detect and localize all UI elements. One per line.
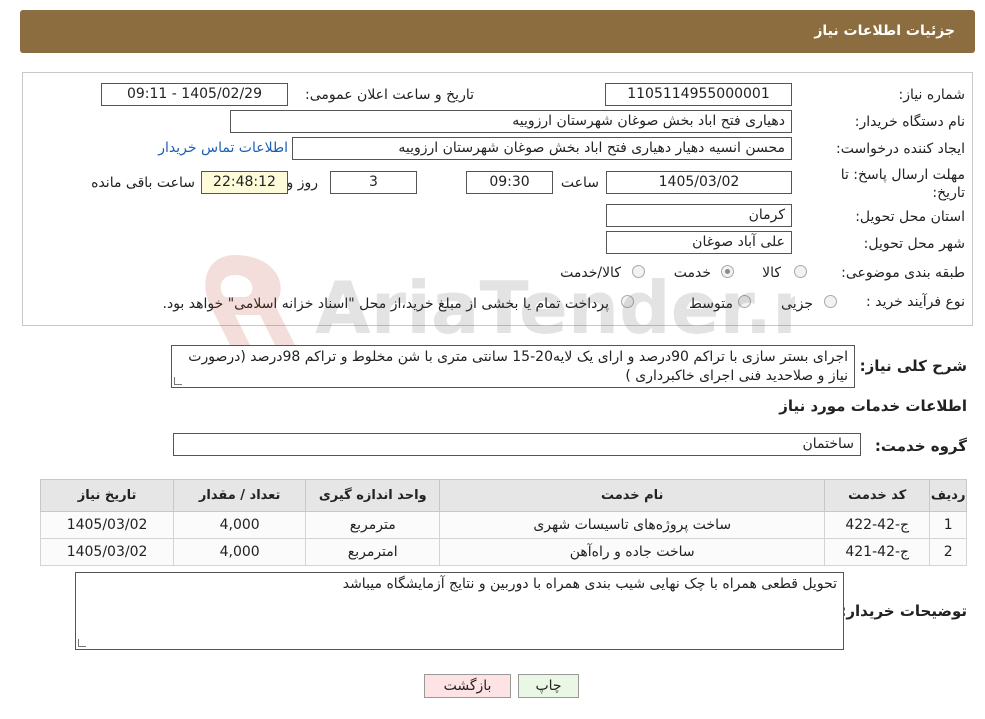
buyer-notes-text: تحویل قطعی همراه با چک نهایی شیب بندی هم…	[342, 576, 837, 592]
city-field[interactable]: علی آباد صوغان	[606, 231, 792, 254]
col-row: ردیف	[929, 479, 967, 512]
city-label: شهر محل تحویل:	[863, 236, 965, 252]
table-row[interactable]: 1 ج-42-422 ساخت پروژه‌های تاسیسات شهری م…	[39, 511, 967, 539]
days-field[interactable]: 3	[330, 171, 417, 194]
category-option-goods-service: کالا/خدمت	[560, 265, 621, 281]
contact-buyer-link[interactable]: اطلاعات تماس خریدار	[158, 140, 288, 156]
category-radio-goods[interactable]	[794, 265, 807, 278]
need-number-field[interactable]: 1105114955000001	[605, 83, 792, 106]
deadline-label: مهلت ارسال پاسخ: تا تاریخ:	[840, 167, 965, 201]
payment-note: پرداخت تمام یا بخشی از مبلغ خرید،از محل …	[162, 296, 609, 312]
cell-unit: مترمربع	[305, 511, 441, 539]
process-label: نوع فرآیند خرید :	[866, 294, 965, 310]
process-option-minor: جزیی	[781, 296, 813, 312]
description-label: شرح کلی نیاز:	[859, 357, 967, 375]
process-radio-minor[interactable]	[824, 295, 837, 308]
table-header-row: ردیف کد خدمت نام خدمت واحد اندازه گیری ت…	[39, 479, 967, 512]
description-textarea[interactable]: اجرای بستر سازی با تراکم 90درصد و ارای ی…	[171, 345, 855, 388]
process-option-medium: متوسط	[689, 296, 733, 312]
cell-code: ج-42-421	[824, 538, 931, 566]
services-table: ردیف کد خدمت نام خدمت واحد اندازه گیری ت…	[39, 479, 967, 566]
deadline-time-label: ساعت	[560, 175, 599, 191]
cell-row: 1	[929, 511, 967, 539]
resize-grip-icon[interactable]	[78, 639, 86, 647]
col-code: کد خدمت	[824, 479, 931, 512]
buyer-notes-textarea[interactable]: تحویل قطعی همراه با چک نهایی شیب بندی هم…	[75, 572, 844, 650]
cell-date: 1405/03/02	[39, 538, 175, 566]
page-header: جزئیات اطلاعات نیاز	[20, 10, 975, 53]
description-text: اجرای بستر سازی با تراکم 90درصد و ارای ی…	[188, 349, 848, 384]
cell-name: ساخت جاده و راه‌آهن	[439, 538, 826, 566]
buyer-org-label: نام دستگاه خریدار:	[854, 114, 965, 130]
remaining-time-field: 22:48:12	[201, 171, 288, 194]
service-group-label: گروه خدمت:	[874, 437, 967, 455]
services-section-title: اطلاعات خدمات مورد نیاز	[779, 397, 967, 415]
announce-field[interactable]: 1405/02/29 - 09:11	[101, 83, 288, 106]
category-radio-goods-service[interactable]	[632, 265, 645, 278]
table-row[interactable]: 2 ج-42-421 ساخت جاده و راه‌آهن امترمربع …	[39, 538, 967, 566]
resize-grip-icon[interactable]	[174, 377, 182, 385]
province-field[interactable]: کرمان	[606, 204, 792, 227]
buyer-org-field[interactable]: دهیاری فتح اباد بخش صوغان شهرستان ارزویی…	[230, 110, 792, 133]
cell-name: ساخت پروژه‌های تاسیسات شهری	[439, 511, 826, 539]
announce-label: تاریخ و ساعت اعلان عمومی:	[305, 87, 474, 103]
need-number-label: شماره نیاز:	[898, 87, 966, 103]
process-radio-medium[interactable]	[738, 295, 751, 308]
service-group-field[interactable]: ساختمان	[173, 433, 861, 456]
cell-date: 1405/03/02	[39, 511, 175, 539]
province-label: استان محل تحویل:	[855, 209, 965, 225]
cell-unit: امترمربع	[305, 538, 441, 566]
cell-row: 2	[929, 538, 967, 566]
category-option-goods: کالا	[762, 265, 781, 281]
col-qty: تعداد / مقدار	[173, 479, 307, 512]
col-unit: واحد اندازه گیری	[305, 479, 441, 512]
category-option-service: خدمت	[673, 265, 711, 281]
page-title: جزئیات اطلاعات نیاز	[814, 23, 955, 39]
cell-qty: 4,000	[173, 538, 307, 566]
creator-label: ایجاد کننده درخواست:	[836, 141, 965, 157]
category-label: طبقه بندی موضوعی:	[841, 265, 965, 281]
days-label: روز و	[286, 175, 319, 191]
deadline-time-field[interactable]: 09:30	[466, 171, 553, 194]
remaining-label: ساعت باقی مانده	[91, 175, 195, 191]
creator-field[interactable]: محسن انسیه دهیار دهیاری فتح اباد بخش صوغ…	[292, 137, 792, 160]
payment-checkbox[interactable]	[621, 295, 634, 308]
print-button[interactable]: چاپ	[518, 674, 579, 698]
deadline-date-field[interactable]: 1405/03/02	[606, 171, 792, 194]
cell-qty: 4,000	[173, 511, 307, 539]
category-radio-service[interactable]	[721, 265, 734, 278]
back-button[interactable]: بازگشت	[424, 674, 511, 698]
buyer-notes-label: توضیحات خریدار:	[840, 602, 967, 620]
col-name: نام خدمت	[439, 479, 826, 512]
cell-code: ج-42-422	[824, 511, 931, 539]
col-date: تاریخ نیاز	[39, 479, 175, 512]
